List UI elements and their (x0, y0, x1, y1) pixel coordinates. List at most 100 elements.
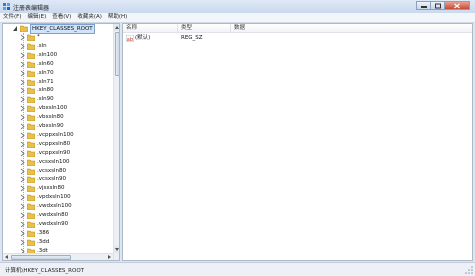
folder-icon (27, 141, 35, 148)
expand-arrow-icon[interactable] (20, 123, 25, 130)
tree-item-label[interactable]: .vcsxsln80 (37, 167, 66, 176)
menu-favorites[interactable]: 收藏夹(A) (74, 13, 105, 22)
arrow-right-icon[interactable] (106, 254, 113, 260)
string-value-icon: ab (126, 35, 134, 42)
minimize-button[interactable] (416, 1, 430, 10)
menu-file[interactable]: 文件(F) (0, 13, 24, 22)
expand-arrow-icon[interactable] (20, 194, 25, 201)
collapse-arrow-icon[interactable] (13, 25, 18, 32)
tree-item-label[interactable]: .vbxsln80 (37, 113, 64, 122)
menu-view[interactable]: 查看(V) (49, 13, 74, 22)
tree-item-label[interactable]: .vbxsln90 (37, 122, 64, 131)
folder-icon (27, 61, 35, 68)
tree-item-label[interactable]: .3dd (37, 238, 49, 247)
folder-icon (27, 203, 35, 211)
tree-item-label[interactable]: .vcsxsln90 (37, 175, 66, 184)
folder-icon (27, 43, 35, 50)
folder-open-icon (20, 25, 28, 32)
resize-grip-icon[interactable] (465, 266, 473, 274)
registry-editor-window: 注册表编辑器 文件(F) 编辑(E) 查看(V) 收藏夹(A) 帮助(H) HK… (0, 0, 475, 276)
tree-item-label[interactable]: .vjsxsln80 (37, 184, 65, 193)
folder-icon (27, 150, 35, 157)
tree-item-label[interactable]: .vwdxsln100 (37, 202, 72, 211)
expand-arrow-icon[interactable] (20, 87, 25, 94)
expand-arrow-icon[interactable] (20, 105, 25, 112)
maximize-button[interactable] (430, 1, 444, 10)
expand-arrow-icon[interactable] (20, 185, 25, 192)
tree-item-label[interactable]: .vwdxsln90 (37, 220, 68, 229)
folder-icon (27, 105, 35, 113)
expand-arrow-icon[interactable] (20, 70, 25, 77)
folder-icon (27, 96, 35, 104)
folder-icon (27, 230, 35, 237)
tree-horizontal-scrollbar[interactable] (3, 253, 113, 260)
expand-arrow-icon[interactable] (20, 34, 25, 41)
tree-item-label[interactable]: .vpdxsln100 (37, 193, 71, 202)
tree-hscroll-thumb[interactable] (11, 255, 71, 260)
folder-icon (27, 212, 35, 219)
folder-icon (27, 114, 35, 122)
expand-arrow-icon[interactable] (20, 61, 25, 68)
folder-icon (27, 239, 35, 246)
expand-arrow-icon[interactable] (20, 141, 25, 148)
expand-arrow-icon[interactable] (20, 168, 25, 175)
tree-item-label[interactable]: * (37, 33, 40, 42)
expand-arrow-icon[interactable] (20, 203, 25, 210)
minimize-icon (420, 5, 427, 8)
expand-arrow-icon[interactable] (20, 43, 25, 50)
tree-item-label[interactable]: .sln60 (37, 60, 54, 69)
close-icon (454, 3, 460, 8)
folder-icon (27, 132, 35, 139)
column-header-type[interactable]: 类型 (178, 24, 231, 33)
title-bar[interactable]: 注册表编辑器 (0, 0, 475, 13)
tree-item-label[interactable]: .vcppxsln80 (37, 140, 70, 149)
tree-item-label[interactable]: .vcsxsln100 (37, 158, 70, 167)
expand-arrow-icon[interactable] (20, 159, 25, 166)
window-controls (416, 1, 470, 10)
tree-item-label[interactable]: .vbxsln100 (37, 104, 67, 113)
registry-values-list[interactable]: 名称 类型 数据 ab (默认) REG_SZ (122, 23, 473, 261)
maximize-icon (434, 3, 441, 8)
expand-arrow-icon[interactable] (20, 132, 25, 139)
folder-icon (27, 88, 35, 95)
close-button[interactable] (444, 1, 470, 10)
tree-item-label[interactable]: .sln100 (37, 51, 57, 60)
tree-item-label[interactable]: .sln80 (37, 86, 54, 95)
expand-arrow-icon[interactable] (20, 230, 25, 237)
value-name: (默认) (135, 35, 151, 41)
folder-icon (27, 123, 35, 130)
registry-app-icon (3, 3, 10, 10)
tree-item-label[interactable]: .vwdxsln80 (37, 211, 68, 220)
expand-arrow-icon[interactable] (20, 52, 25, 59)
expand-arrow-icon[interactable] (20, 96, 25, 103)
expand-arrow-icon[interactable] (20, 79, 25, 86)
tree-vertical-scrollbar[interactable] (113, 24, 119, 260)
tree-item-label[interactable]: .386 (37, 229, 49, 238)
column-header-data[interactable]: 数据 (231, 24, 472, 33)
expand-arrow-icon[interactable] (20, 239, 25, 246)
menu-bar: 文件(F) 编辑(E) 查看(V) 收藏夹(A) 帮助(H) (0, 13, 475, 23)
folder-icon (27, 177, 35, 184)
expand-arrow-icon[interactable] (20, 150, 25, 157)
folder-icon (27, 159, 35, 166)
svg-text:ab: ab (127, 37, 133, 42)
expand-arrow-icon[interactable] (20, 221, 25, 228)
status-path: 计算机\HKEY_CLASSES_ROOT (5, 268, 85, 274)
tree-item-label[interactable]: .sln70 (37, 69, 54, 78)
registry-key-tree[interactable]: HKEY_CLASSES_ROOT * .sln .sln100 .sln60 .sln… (2, 23, 120, 261)
expand-arrow-icon[interactable] (20, 212, 25, 219)
tree-item-label[interactable]: .vcppxsln100 (37, 131, 74, 140)
expand-arrow-icon[interactable] (20, 176, 25, 183)
menu-help[interactable]: 帮助(H) (105, 13, 130, 22)
value-type: REG_SZ (181, 35, 203, 41)
menu-edit[interactable]: 编辑(E) (24, 13, 49, 22)
column-header-name[interactable]: 名称 (123, 24, 178, 33)
tree-item-label[interactable]: .sln (37, 42, 47, 51)
expand-arrow-icon[interactable] (20, 114, 25, 121)
tree-item-label[interactable]: .sln90 (37, 95, 54, 104)
folder-icon (27, 185, 35, 193)
arrow-left-icon[interactable] (3, 254, 10, 260)
tree-item-label[interactable]: .sln71 (37, 78, 54, 87)
tree-item-label[interactable]: .vcppxsln90 (37, 149, 70, 158)
value-row[interactable]: ab (默认) REG_SZ (123, 34, 472, 43)
